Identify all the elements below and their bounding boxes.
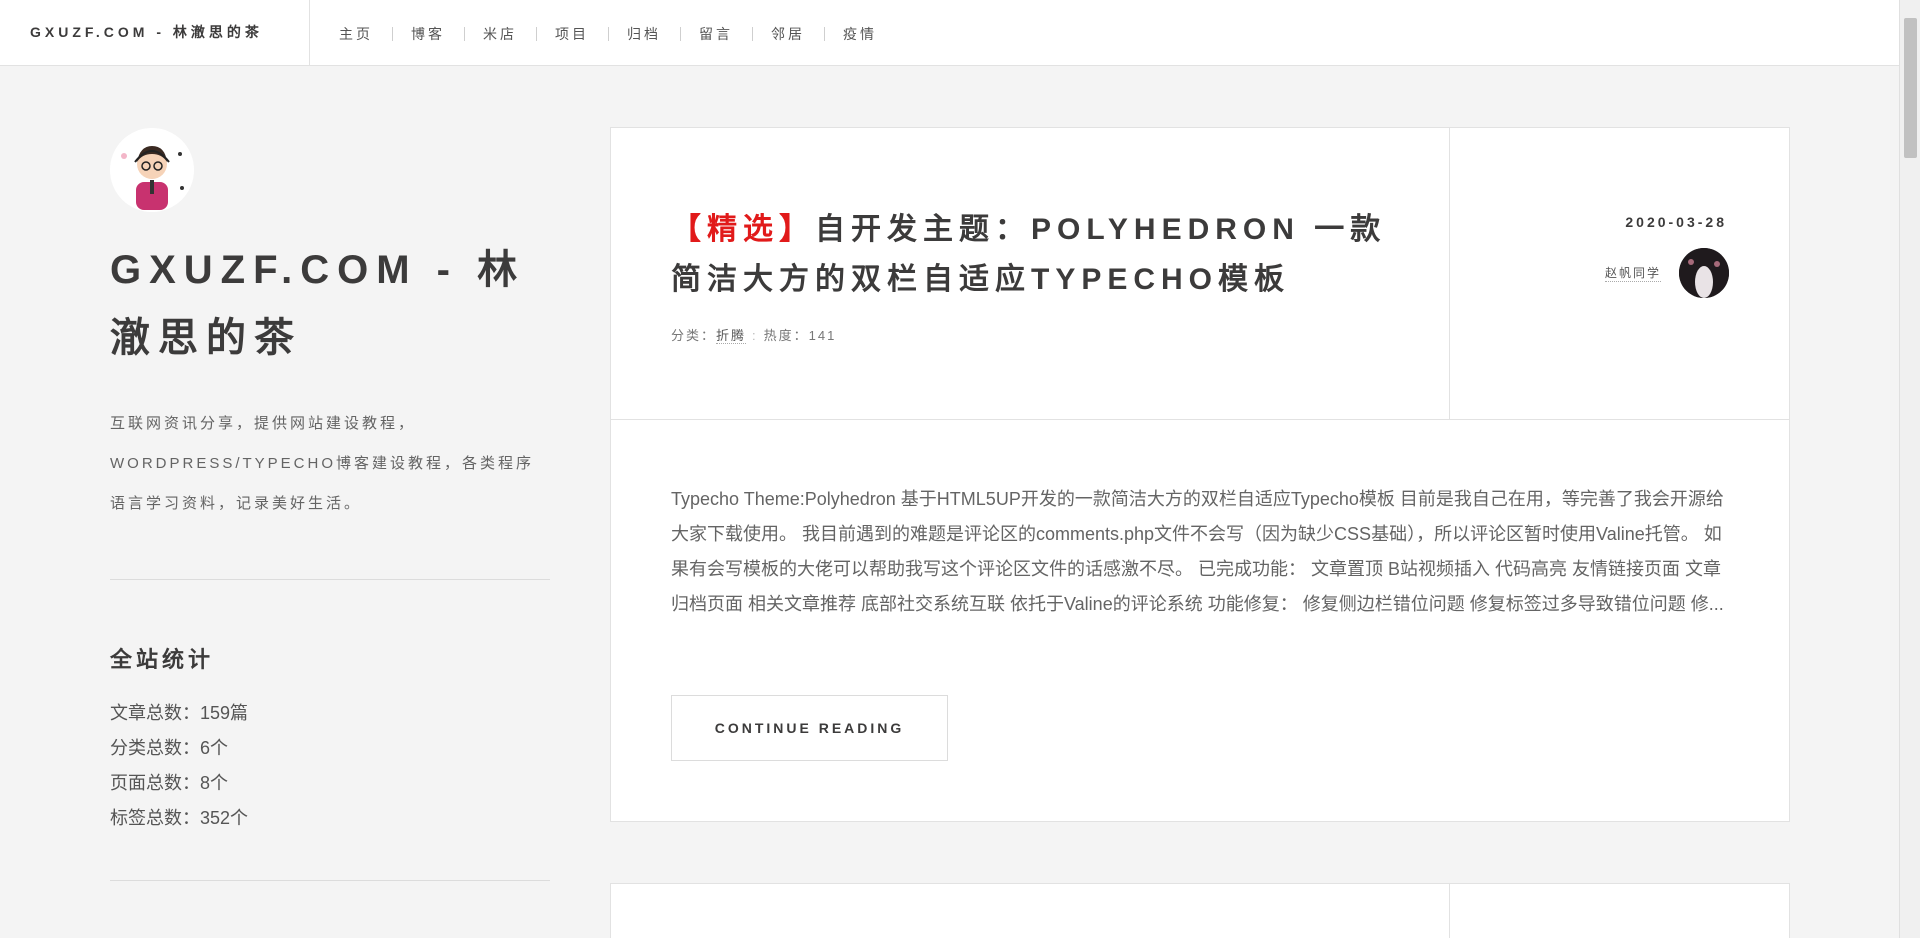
stat-pages: 页面总数：8个 <box>110 773 229 793</box>
nav-item-home[interactable]: 主页 <box>320 24 392 44</box>
views-label: 热度： <box>763 328 809 343</box>
views-count: 141 <box>808 328 837 343</box>
sidebar-site-title: GXUZF.COM - 林澈思的茶 <box>110 248 526 360</box>
header-divider <box>309 0 310 66</box>
sidebar-divider <box>110 579 550 580</box>
sidebar: GXUZF.COM - 林澈思的茶 互联网资讯分享，提供网站建设教程，WORDP… <box>110 128 550 881</box>
post-date: 2020-03-28 <box>1625 214 1727 230</box>
page-scrollbar[interactable] <box>1899 0 1920 938</box>
author-avatar[interactable] <box>1679 248 1729 298</box>
nav-item-shop[interactable]: 米店 <box>464 24 536 44</box>
scrollbar-thumb[interactable] <box>1904 18 1917 158</box>
nav-item-projects[interactable]: 项目 <box>536 24 608 44</box>
stats-heading: 全站统计 <box>110 647 215 672</box>
stat-tags: 标签总数：352个 <box>110 808 249 828</box>
stat-posts: 文章总数：159篇 <box>110 703 249 723</box>
next-post-header-divider <box>1449 884 1450 938</box>
next-post-card <box>610 883 1790 938</box>
author-avatar-icon <box>1679 248 1729 298</box>
featured-tag: 【精选】 <box>671 213 815 246</box>
main-nav: 主页 博客 米店 项目 归档 留言 邻居 疫情 <box>320 23 896 45</box>
nav-item-links[interactable]: 邻居 <box>752 24 824 44</box>
post-card: 【精选】自开发主题：POLYHEDRON 一款简洁大方的双栏自适应TYPECHO… <box>610 127 1790 822</box>
nav-item-epidemic[interactable]: 疫情 <box>824 24 896 44</box>
top-header: GXUZF.COM - 林澈思的茶 主页 博客 米店 项目 归档 留言 邻居 疫… <box>0 0 1899 66</box>
avatar-illustration-icon <box>110 128 194 212</box>
post-excerpt: Typecho Theme:Polyhedron 基于HTML5UP开发的一款简… <box>671 489 1724 614</box>
post-header: 【精选】自开发主题：POLYHEDRON 一款简洁大方的双栏自适应TYPECHO… <box>611 128 1789 420</box>
post-header-divider <box>1449 128 1450 420</box>
nav-item-archive[interactable]: 归档 <box>608 24 680 44</box>
stat-categories: 分类总数：6个 <box>110 738 229 758</box>
post-author: 赵帆同学 <box>1604 248 1729 298</box>
continue-reading-button[interactable]: CONTINUE READING <box>671 695 948 761</box>
stats-list: 文章总数：159篇 分类总数：6个 页面总数：8个 标签总数：352个 <box>110 696 550 836</box>
nav-item-guestbook[interactable]: 留言 <box>680 24 752 44</box>
author-name-link[interactable]: 赵帆同学 <box>1604 264 1661 282</box>
meta-separator: : <box>752 328 758 343</box>
post-title-link[interactable]: 【精选】自开发主题：POLYHEDRON 一款简洁大方的双栏自适应TYPECHO… <box>671 205 1411 305</box>
category-link[interactable]: 折腾 <box>716 328 747 344</box>
site-title-link[interactable]: GXUZF.COM - 林澈思的茶 <box>30 22 263 42</box>
nav-item-blog[interactable]: 博客 <box>392 24 464 44</box>
post-meta: 分类：折腾: 热度：141 <box>671 325 836 344</box>
site-description: 互联网资讯分享，提供网站建设教程，WORDPRESS/TYPECHO博客建设教程… <box>110 415 535 512</box>
sidebar-divider-bottom <box>110 880 550 881</box>
category-label: 分类： <box>671 328 717 343</box>
site-avatar[interactable] <box>110 128 194 212</box>
